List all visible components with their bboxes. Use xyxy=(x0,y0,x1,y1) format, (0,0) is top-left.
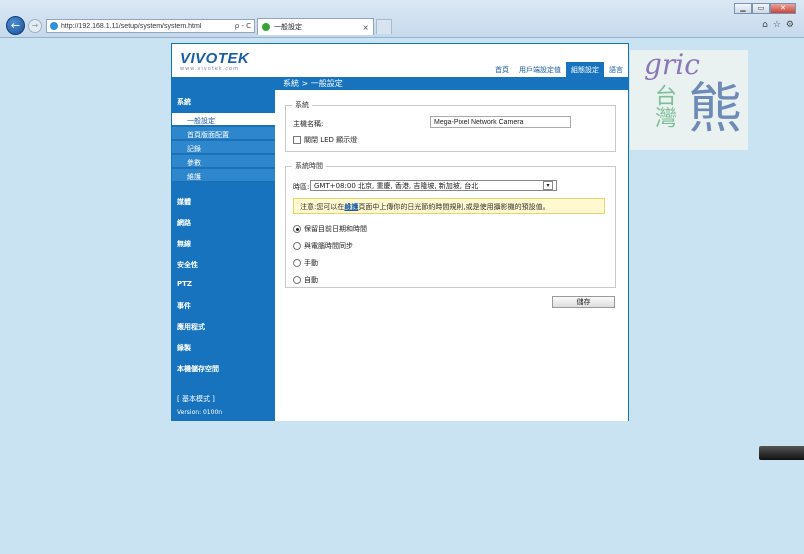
auto-radio[interactable] xyxy=(293,276,301,284)
save-button[interactable]: 儲存 xyxy=(552,296,615,308)
favorites-star-icon[interactable]: ☆ xyxy=(773,20,781,30)
watermark-taiwan: 台灣 xyxy=(651,84,676,128)
time-option-sync-pc[interactable]: 與電腦時間同步 xyxy=(293,241,353,251)
sidebar-subitem-logs[interactable]: 記錄 xyxy=(172,141,275,154)
sidebar: 系統 一般設定 首頁版面配置 記錄 參數 維護 媒體 網路 無線 安全性 PTZ… xyxy=(172,77,275,421)
led-off-label: 關閉 LED 顯示燈 xyxy=(304,136,358,144)
time-option-keep[interactable]: 保留目前日期和時間 xyxy=(293,224,367,234)
timezone-value: GMT+08:00 北京, 重慶, 香港, 吉隆坡, 新加坡, 台北 xyxy=(314,181,479,190)
sidebar-subitem-homepage-layout[interactable]: 首頁版面配置 xyxy=(172,127,275,140)
sidebar-item-network[interactable]: 網路 xyxy=(177,218,191,228)
auto-label: 自動 xyxy=(304,276,318,284)
basic-mode-link[interactable]: [ 基本模式 ] xyxy=(177,394,215,404)
tab-title: 一般設定 xyxy=(274,23,302,31)
system-legend: 系統 xyxy=(295,101,309,109)
tab-favicon-icon xyxy=(262,23,270,31)
arrow-left-icon: ← xyxy=(10,19,21,32)
close-tab-icon[interactable]: × xyxy=(362,23,369,32)
sidebar-subitem-maintenance[interactable]: 維護 xyxy=(172,169,275,182)
dst-note: 注意:您可以在維護頁面中上傳你的日光節約時間規則,或是使用攝影機的預設值。 xyxy=(293,198,605,214)
sidebar-subitem-general[interactable]: 一般設定 xyxy=(172,113,275,126)
breadcrumb: 系統 > 一般設定 xyxy=(275,77,628,90)
chevron-down-icon[interactable]: ▾ xyxy=(543,181,553,190)
gric-watermark-logo: gric 台灣 熊 xyxy=(630,48,748,150)
close-window-button[interactable]: ✕ xyxy=(770,3,796,14)
nav-home[interactable]: 首頁 xyxy=(490,62,514,77)
keep-time-radio[interactable] xyxy=(293,225,301,233)
browser-toolbar-icons: ⌂ ☆ ⚙ xyxy=(762,20,794,30)
host-name-input[interactable] xyxy=(430,116,571,128)
timezone-select[interactable]: GMT+08:00 北京, 重慶, 香港, 吉隆坡, 新加坡, 台北 ▾ xyxy=(310,180,557,191)
watermark-bear: 熊 xyxy=(688,77,742,140)
led-off-checkbox[interactable] xyxy=(293,136,301,144)
sidebar-item-security[interactable]: 安全性 xyxy=(177,260,198,270)
time-option-auto[interactable]: 自動 xyxy=(293,275,318,285)
logo-brand: VIVOTEK xyxy=(180,50,250,67)
sidebar-item-wireless[interactable]: 無線 xyxy=(177,239,191,249)
site-favicon-icon xyxy=(50,22,58,30)
note-suffix: 頁面中上傳你的日光節約時間規則,或是使用攝影機的預設值。 xyxy=(358,203,550,211)
sidebar-item-media[interactable]: 媒體 xyxy=(177,197,191,207)
sidebar-subitem-parameters[interactable]: 參數 xyxy=(172,155,275,168)
browser-chrome: ▁ ▭ ✕ ← → http://192.168.1.11/setup/syst… xyxy=(0,0,804,38)
manual-label: 手動 xyxy=(304,259,318,267)
nav-language[interactable]: 語言 xyxy=(604,62,628,77)
vivotek-logo: VIVOTEK www.vivotek.com xyxy=(180,50,249,72)
search-refresh-controls[interactable]: ρ - C xyxy=(235,22,251,30)
system-time-legend: 系統時間 xyxy=(295,162,323,170)
new-tab-button[interactable] xyxy=(376,19,392,34)
note-prefix: 注意:您可以在 xyxy=(300,203,345,211)
manual-radio[interactable] xyxy=(293,259,301,267)
sidebar-item-event[interactable]: 事件 xyxy=(177,301,191,311)
home-icon[interactable]: ⌂ xyxy=(762,20,768,30)
nav-client-settings[interactable]: 用戶端設定值 xyxy=(514,62,566,77)
settings-content: 系統 主機名稱: 關閉 LED 顯示燈 系統時間 時區: GMT+08:00 北… xyxy=(275,90,628,421)
back-button[interactable]: ← xyxy=(6,16,25,35)
address-bar[interactable]: http://192.168.1.11/setup/system/system.… xyxy=(46,19,255,33)
firmware-version: Version: 0100n xyxy=(177,409,223,416)
settings-gear-icon[interactable]: ⚙ xyxy=(786,20,794,30)
led-checkbox-row[interactable]: 關閉 LED 顯示燈 xyxy=(293,135,357,145)
keep-time-label: 保留目前日期和時間 xyxy=(304,225,367,233)
page-header: VIVOTEK www.vivotek.com 首頁 用戶端設定值 組態設定 語… xyxy=(172,44,628,77)
sync-pc-radio[interactable] xyxy=(293,242,301,250)
browser-tab[interactable]: 一般設定 × xyxy=(257,18,374,35)
top-navigation: 首頁 用戶端設定值 組態設定 語言 xyxy=(490,62,628,77)
time-option-manual[interactable]: 手動 xyxy=(293,258,318,268)
arrow-right-icon: → xyxy=(31,21,39,30)
sidebar-item-recording[interactable]: 錄製 xyxy=(177,343,191,353)
side-panel-handle[interactable] xyxy=(759,446,804,460)
host-name-label: 主機名稱: xyxy=(293,120,324,128)
sidebar-item-ptz[interactable]: PTZ xyxy=(177,280,192,288)
maintenance-link[interactable]: 維護 xyxy=(344,203,358,211)
nav-configuration[interactable]: 組態設定 xyxy=(566,62,604,77)
sidebar-item-local-storage[interactable]: 本機儲存空間 xyxy=(177,364,219,374)
sync-pc-label: 與電腦時間同步 xyxy=(304,242,353,250)
logo-subtext: www.vivotek.com xyxy=(180,66,239,72)
forward-button[interactable]: → xyxy=(28,19,42,33)
sidebar-item-system[interactable]: 系統 xyxy=(177,97,191,107)
timezone-label: 時區: xyxy=(293,183,310,191)
sidebar-item-applications[interactable]: 應用程式 xyxy=(177,322,205,332)
window-controls: ▁ ▭ ✕ xyxy=(734,3,796,14)
camera-settings-page: VIVOTEK www.vivotek.com 首頁 用戶端設定值 組態設定 語… xyxy=(171,43,629,421)
address-url[interactable]: http://192.168.1.11/setup/system/system.… xyxy=(61,23,232,30)
minimize-button[interactable]: ▁ xyxy=(734,3,752,14)
maximize-button[interactable]: ▭ xyxy=(752,3,770,14)
